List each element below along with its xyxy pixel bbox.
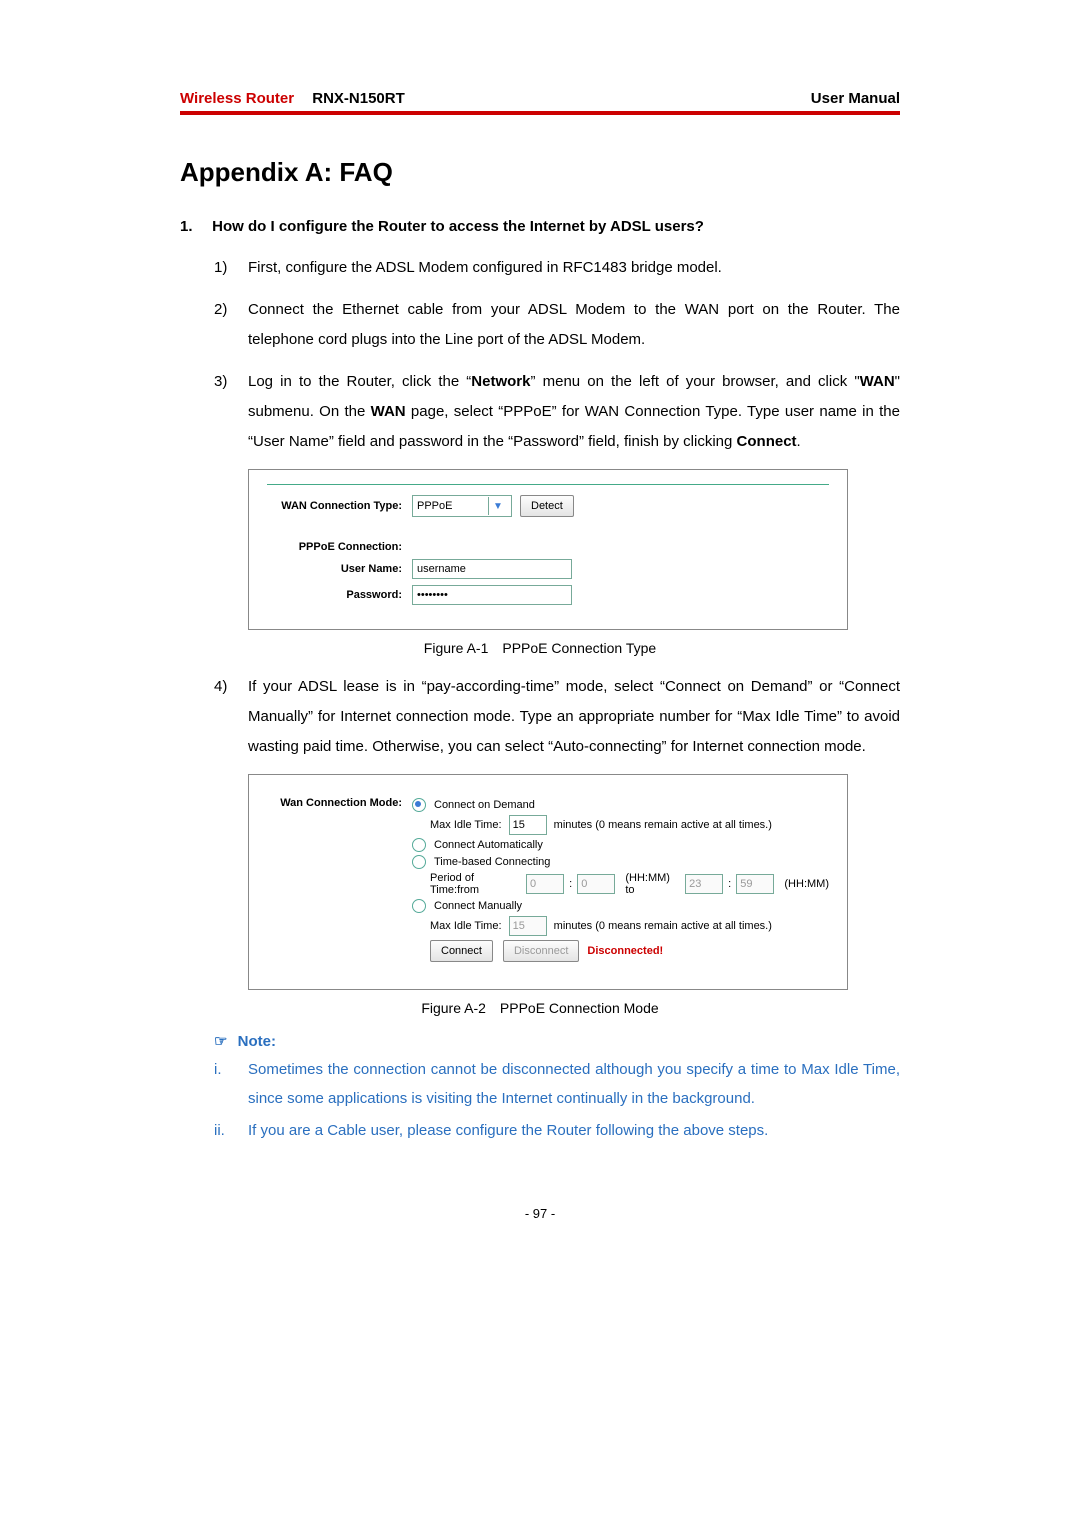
header-right: User Manual	[811, 90, 900, 107]
step-marker: 3)	[214, 367, 248, 457]
period-label: Period of Time:from	[430, 872, 519, 896]
note-label: Note:	[238, 1033, 276, 1050]
page-header: Wireless Router RNX-N150RT User Manual	[180, 90, 900, 111]
username-label: User Name:	[267, 563, 412, 575]
disconnect-button[interactable]: Disconnect	[503, 940, 579, 962]
wan-mode-label: Wan Connection Mode:	[267, 795, 412, 809]
period-from-mm	[577, 874, 615, 894]
question-number: 1.	[180, 218, 208, 235]
wan-type-select[interactable]: PPPoE ▼	[412, 495, 512, 517]
mode-label: Connect on Demand	[434, 799, 535, 811]
idle-label: Max Idle Time:	[430, 819, 502, 831]
step-body: Connect the Ethernet cable from your ADS…	[248, 295, 900, 355]
page-number: - 97 -	[180, 1206, 900, 1221]
connection-status: Disconnected!	[587, 945, 663, 957]
idle-tail: minutes (0 means remain active at all ti…	[554, 819, 772, 831]
wan-type-value: PPPoE	[417, 500, 452, 512]
idle-time-input-1[interactable]	[509, 815, 547, 835]
mode-connect-manual[interactable]: Connect Manually	[412, 899, 829, 913]
password-input[interactable]	[412, 585, 572, 605]
note-item-1: i. Sometimes the connection cannot be di…	[214, 1056, 900, 1113]
header-rule	[180, 111, 900, 115]
max-idle-row-1: Max Idle Time: minutes (0 means remain a…	[430, 815, 829, 835]
mode-label: Connect Automatically	[434, 839, 543, 851]
username-input[interactable]	[412, 559, 572, 579]
mode-label: Connect Manually	[434, 900, 522, 912]
hhmm-to-label: (HH:MM) to	[625, 872, 678, 896]
figure-a1-caption: Figure A-1 PPPoE Connection Type	[180, 640, 900, 656]
idle-tail: minutes (0 means remain active at all ti…	[554, 920, 772, 932]
period-to-hh	[685, 874, 723, 894]
period-from-hh	[526, 874, 564, 894]
note-text: If you are a Cable user, please configur…	[248, 1117, 768, 1146]
mode-connect-demand[interactable]: Connect on Demand	[412, 798, 829, 812]
period-to-mm	[736, 874, 774, 894]
note-text: Sometimes the connection cannot be disco…	[248, 1056, 900, 1113]
model-text: RNX-N150RT	[298, 90, 405, 107]
question-text: How do I configure the Router to access …	[212, 218, 704, 235]
note-item-2: ii. If you are a Cable user, please conf…	[214, 1117, 900, 1146]
faq-question: 1. How do I configure the Router to acce…	[180, 218, 900, 235]
figure-divider	[267, 484, 829, 485]
idle-label: Max Idle Time:	[430, 920, 502, 932]
note-marker: i.	[214, 1056, 248, 1113]
brand-text: Wireless Router	[180, 90, 294, 107]
max-idle-row-2: Max Idle Time: minutes (0 means remain a…	[430, 916, 829, 936]
radio-icon	[412, 855, 426, 869]
step-3: 3) Log in to the Router, click the “Netw…	[214, 367, 900, 457]
pointing-hand-icon: ☞	[214, 1033, 227, 1050]
mode-label: Time-based Connecting	[434, 856, 550, 868]
wan-type-label: WAN Connection Type:	[267, 500, 412, 512]
step-body: First, configure the ADSL Modem configur…	[248, 253, 900, 283]
hhmm-label: (HH:MM)	[784, 878, 829, 890]
pppoe-connection-label: PPPoE Connection:	[267, 541, 412, 553]
figure-a2-caption: Figure A-2 PPPoE Connection Mode	[180, 1000, 900, 1016]
step-2: 2) Connect the Ethernet cable from your …	[214, 295, 900, 355]
radio-icon	[412, 798, 426, 812]
connect-button-row: Connect Disconnect Disconnected!	[430, 940, 829, 962]
time-period-row: Period of Time:from : (HH:MM) to : (HH:M…	[430, 872, 829, 896]
step-marker: 2)	[214, 295, 248, 355]
mode-time-based[interactable]: Time-based Connecting	[412, 855, 829, 869]
step-body: Log in to the Router, click the “Network…	[248, 367, 900, 457]
note-heading: ☞ Note:	[214, 1032, 900, 1050]
chevron-down-icon: ▼	[488, 497, 507, 515]
step-marker: 4)	[214, 672, 248, 762]
radio-icon	[412, 838, 426, 852]
header-left: Wireless Router RNX-N150RT	[180, 90, 405, 107]
radio-icon	[412, 899, 426, 913]
step-marker: 1)	[214, 253, 248, 283]
detect-button[interactable]: Detect	[520, 495, 574, 517]
figure-a2: Wan Connection Mode: Connect on Demand M…	[248, 774, 848, 990]
step-body: If your ADSL lease is in “pay-according-…	[248, 672, 900, 762]
mode-connect-auto[interactable]: Connect Automatically	[412, 838, 829, 852]
idle-time-input-2	[509, 916, 547, 936]
page-title: Appendix A: FAQ	[180, 157, 900, 188]
step-1: 1) First, configure the ADSL Modem confi…	[214, 253, 900, 283]
figure-a1: WAN Connection Type: PPPoE ▼ Detect PPPo…	[248, 469, 848, 630]
password-label: Password:	[267, 589, 412, 601]
step-4: 4) If your ADSL lease is in “pay-accordi…	[214, 672, 900, 762]
connect-button[interactable]: Connect	[430, 940, 493, 962]
note-marker: ii.	[214, 1117, 248, 1146]
